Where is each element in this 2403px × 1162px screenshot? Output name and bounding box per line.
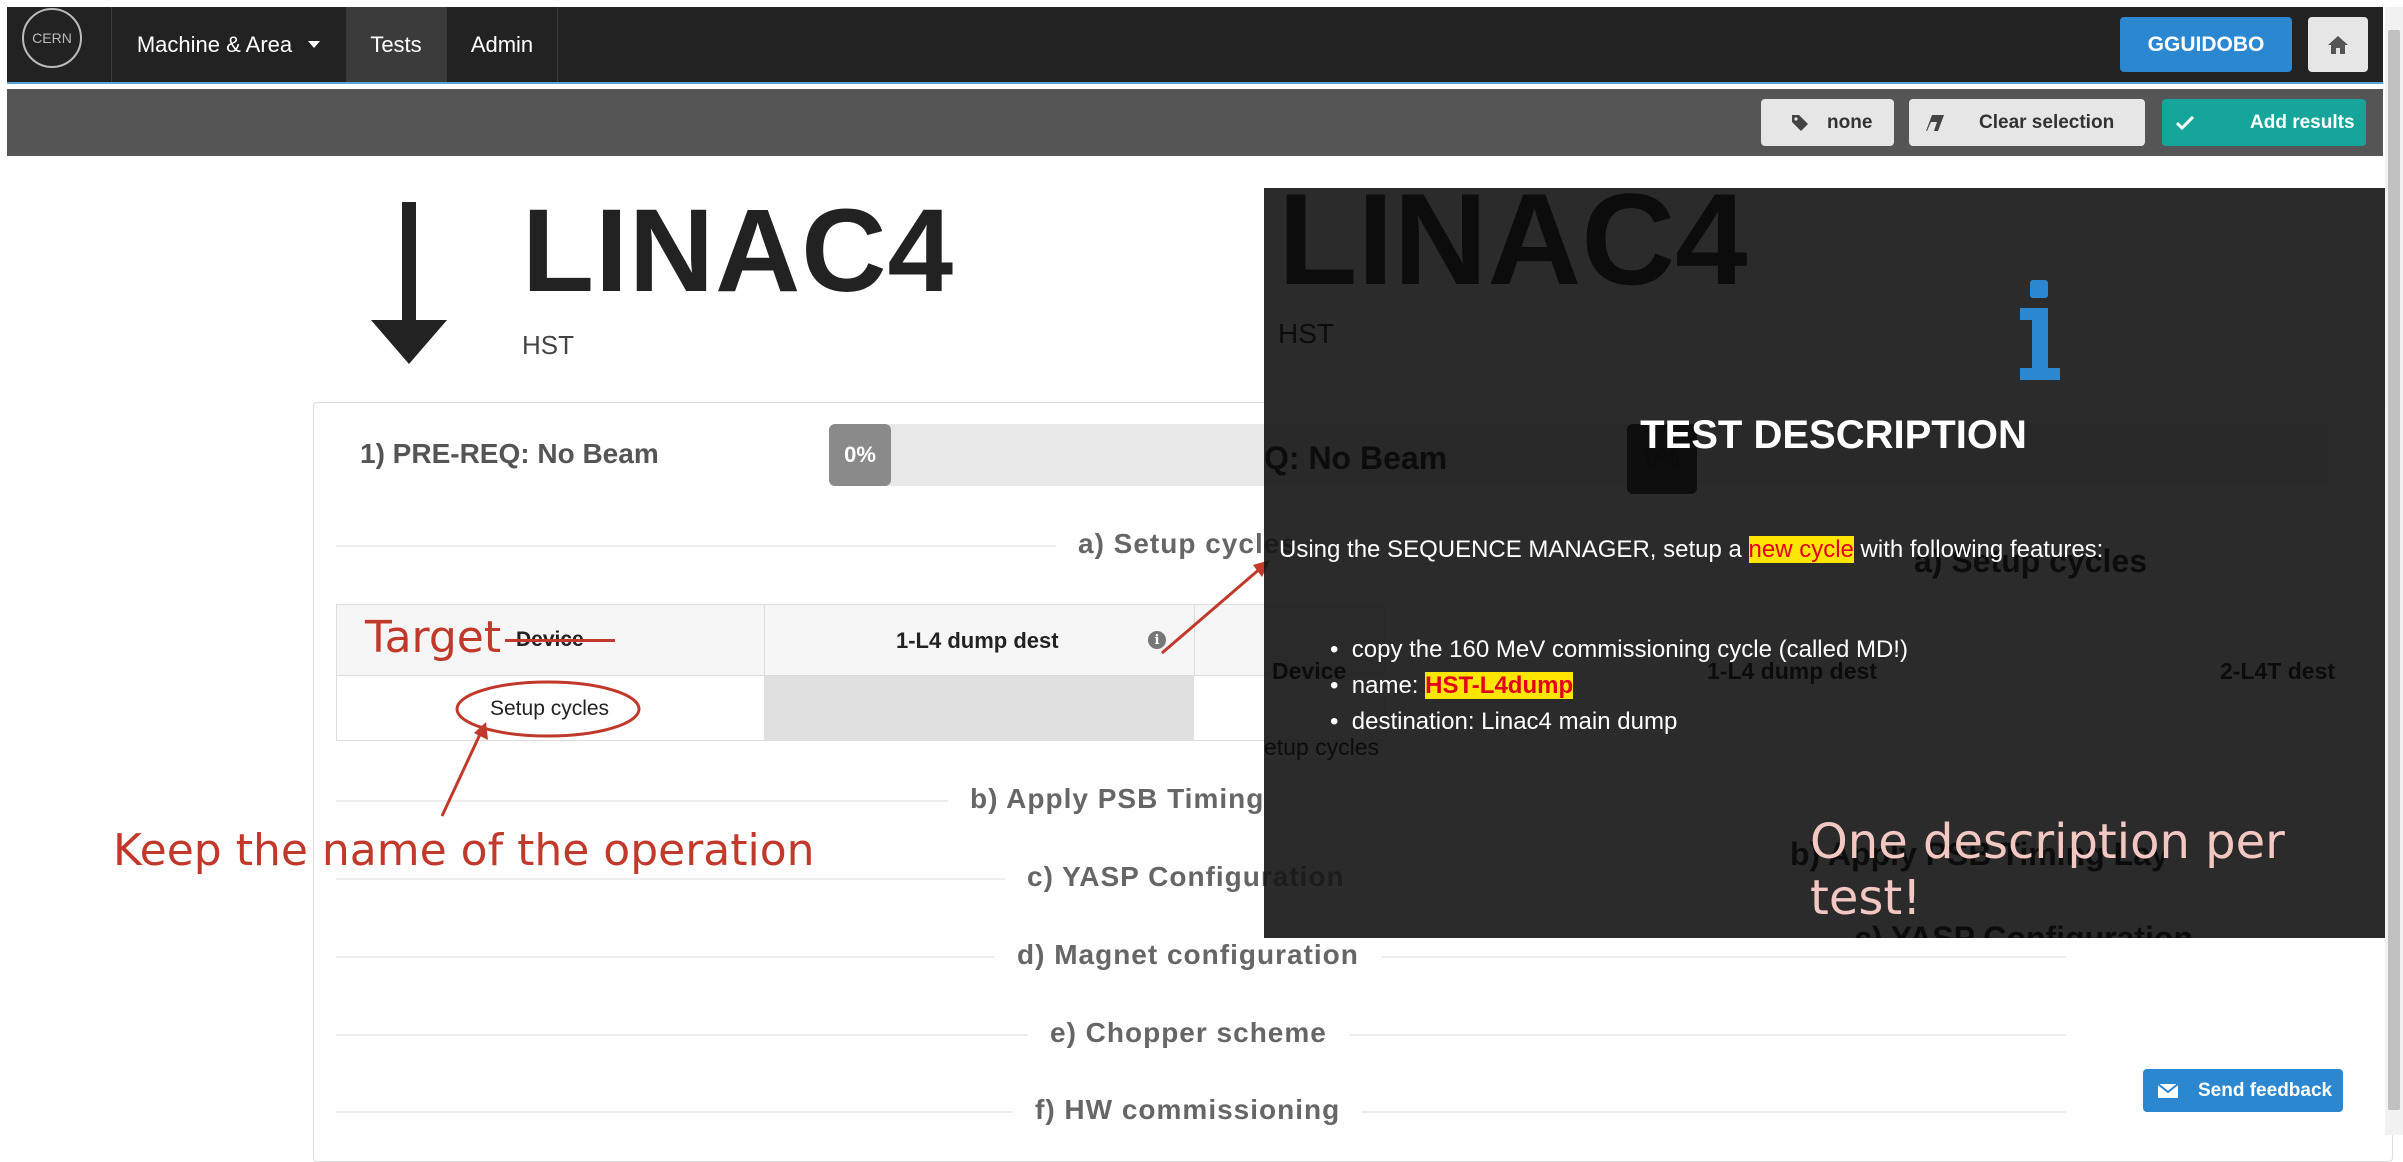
header-col-1[interactable]: 1-L4 dump dest xyxy=(896,628,1059,654)
strike-line xyxy=(505,639,615,642)
nav-admin-label: Admin xyxy=(470,31,534,57)
result-cell[interactable] xyxy=(764,676,1194,741)
cern-logo[interactable]: CERN xyxy=(22,8,82,68)
description-bullets: • copy the 160 MeV commissioning cycle (… xyxy=(1330,632,1908,740)
check-icon xyxy=(2176,115,2194,130)
chevron-down-icon xyxy=(308,41,321,48)
send-feedback-label: Send feedback xyxy=(2198,1079,2333,1101)
home-icon xyxy=(2328,35,2348,54)
clear-selection-button[interactable]: Clear selection xyxy=(1909,99,2145,146)
send-feedback-button[interactable]: Send feedback xyxy=(2143,1069,2343,1112)
clear-selection-label: Clear selection xyxy=(1979,111,2115,133)
intro-text-end: with following features: xyxy=(1853,536,2104,563)
description-heading: TEST DESCRIPTION xyxy=(1640,413,2027,457)
user-button[interactable]: GGUIDOBO xyxy=(2120,17,2292,72)
bullet-item: • name: HST-L4dump xyxy=(1330,672,1574,699)
ghost-col-2: 2-L4T dest xyxy=(2220,658,2336,684)
envelope-icon xyxy=(2158,1083,2178,1098)
intro-text: Using the SEQUENCE MANAGER, setup a xyxy=(1279,536,1749,563)
highlight-name: HST-L4dump xyxy=(1425,672,1574,699)
section-d-magnet[interactable]: d) Magnet configuration xyxy=(995,939,1381,971)
arrow-down-icon xyxy=(371,202,447,364)
nav-tests-label: Tests xyxy=(370,31,422,57)
home-button[interactable] xyxy=(2308,17,2368,72)
annotation-keep-name: Keep the name of the operation xyxy=(113,825,815,876)
nav-machine-area[interactable]: Machine & Area xyxy=(112,7,345,82)
section-f-hw-commissioning[interactable]: f) HW commissioning xyxy=(1013,1094,1363,1126)
annotation-one-description: One description per test! xyxy=(1810,814,2285,926)
progress-text: 0% xyxy=(844,442,876,467)
annotation-target: Target xyxy=(365,612,502,663)
annotation-arrow xyxy=(440,722,488,817)
page-title: LINAC4 xyxy=(522,185,955,317)
highlight-new-cycle: new cycle xyxy=(1748,536,1854,563)
scrollbar-thumb[interactable] xyxy=(2388,30,2400,1110)
ghost-title: LINAC4 xyxy=(1278,188,1748,312)
tag-filter-button[interactable]: none xyxy=(1761,99,1894,146)
info-icon xyxy=(2020,280,2060,380)
ghost-subtitle: HST xyxy=(1278,318,1334,349)
progress-fill: 0% xyxy=(829,424,891,486)
section-e-chopper[interactable]: e) Chopper scheme xyxy=(1028,1017,1349,1049)
section-b-psb-timing[interactable]: b) Apply PSB Timing xyxy=(948,783,1287,815)
nav-admin[interactable]: Admin xyxy=(447,7,557,82)
nav-machine-area-label: Machine & Area xyxy=(136,31,293,57)
cern-logo-text: CERN xyxy=(32,30,72,46)
tag-icon xyxy=(1792,114,1808,131)
test-description-overlay: LINAC4 HST Q: No Beam 0% a) Setup cycles… xyxy=(1264,188,2403,938)
tag-filter-label: none xyxy=(1827,111,1873,133)
step-title: 1) PRE-REQ: No Beam xyxy=(360,438,659,469)
bullet-item: • copy the 160 MeV commissioning cycle (… xyxy=(1330,636,1908,663)
annotation-arrow xyxy=(1161,560,1270,655)
add-results-label: Add results xyxy=(2250,111,2355,133)
nav-tests[interactable]: Tests xyxy=(346,7,446,82)
add-results-button[interactable]: Add results xyxy=(2162,99,2366,146)
page-subtitle: HST xyxy=(522,330,574,360)
description-intro: Using the SEQUENCE MANAGER, setup a new … xyxy=(1279,536,2103,564)
nav-divider xyxy=(557,7,558,82)
eraser-icon xyxy=(1926,114,1944,131)
bullet-item: • destination: Linac4 main dump xyxy=(1330,708,1678,735)
user-button-label: GGUIDOBO xyxy=(2147,32,2265,56)
